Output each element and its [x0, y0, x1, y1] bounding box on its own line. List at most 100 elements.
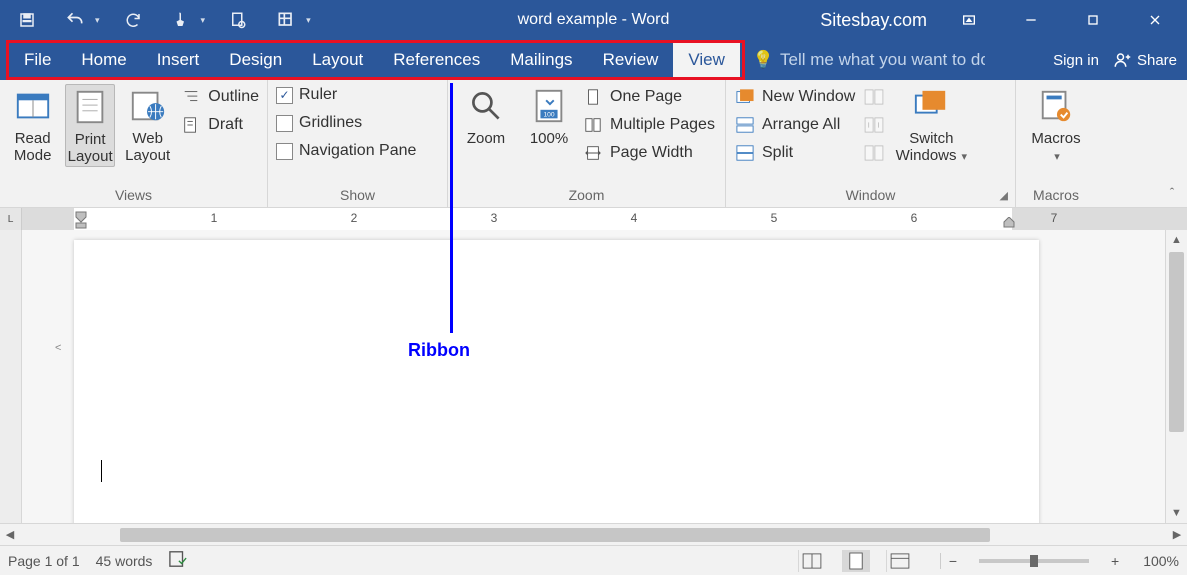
vertical-ruler[interactable] [0, 230, 22, 523]
group-label-zoom: Zoom [456, 185, 717, 205]
site-label: Sitesbay.com [820, 10, 927, 31]
text-cursor [101, 460, 102, 482]
zoom-100-icon: 100 [529, 86, 569, 126]
print-layout-view-icon[interactable] [842, 550, 870, 572]
quick-print-icon[interactable] [271, 5, 301, 35]
page-width-button[interactable]: Page Width [582, 142, 715, 164]
side-by-side-icon [863, 86, 885, 108]
ribbon-display-options-icon[interactable] [943, 0, 995, 40]
scroll-thumb[interactable] [1169, 252, 1184, 432]
gridlines-checkbox[interactable]: Gridlines [276, 114, 416, 132]
tab-home[interactable]: Home [66, 43, 141, 77]
right-indent-marker-icon[interactable] [1002, 217, 1016, 229]
zoom-out-button[interactable]: − [940, 553, 957, 569]
sync-scroll-icon [863, 114, 885, 136]
tab-file[interactable]: File [9, 43, 66, 77]
one-page-icon [582, 86, 604, 108]
one-page-button[interactable]: One Page [582, 86, 715, 108]
zoom-slider[interactable] [979, 559, 1089, 563]
tell-me-search[interactable]: 💡 Tell me what you want to do [753, 40, 1043, 80]
multiple-pages-button[interactable]: Multiple Pages [582, 114, 715, 136]
switch-windows-button[interactable]: Switch Windows ▾ [893, 84, 969, 165]
close-button[interactable] [1129, 0, 1181, 40]
tell-me-placeholder: Tell me what you want to do [780, 50, 985, 70]
outline-button[interactable]: Outline [180, 86, 259, 108]
quick-access-toolbar: ▾ ▾ ▾ [0, 5, 311, 35]
tab-layout[interactable]: Layout [297, 43, 378, 77]
ruler-tick: 6 [911, 211, 918, 225]
macros-icon [1036, 86, 1076, 126]
tab-references[interactable]: References [378, 43, 495, 77]
arrange-all-icon [734, 114, 756, 136]
share-button[interactable]: Share [1113, 51, 1177, 69]
page-width-icon [582, 142, 604, 164]
checkbox-icon [276, 115, 293, 132]
page-count[interactable]: Page 1 of 1 [8, 553, 80, 569]
undo-icon[interactable] [60, 5, 90, 35]
tab-insert[interactable]: Insert [142, 43, 215, 77]
scroll-right-icon[interactable]: ▶ [1167, 528, 1187, 541]
tab-view[interactable]: View [673, 43, 740, 77]
dialog-launcher-icon[interactable]: ◢ [997, 186, 1011, 205]
read-mode-view-icon[interactable] [798, 550, 826, 572]
tab-mailings[interactable]: Mailings [495, 43, 587, 77]
print-layout-button[interactable]: Print Layout [65, 84, 115, 167]
maximize-button[interactable] [1067, 0, 1119, 40]
ruler-tick: 4 [631, 211, 638, 225]
tab-selector[interactable]: L [0, 208, 22, 230]
tab-review[interactable]: Review [588, 43, 674, 77]
sign-in-link[interactable]: Sign in [1053, 52, 1099, 69]
read-mode-icon [13, 86, 53, 126]
tab-design[interactable]: Design [214, 43, 297, 77]
touch-dropdown-icon[interactable]: ▾ [201, 15, 206, 26]
indent-marker-icon[interactable] [74, 208, 88, 230]
minimize-button[interactable] [1005, 0, 1057, 40]
touch-mode-icon[interactable] [166, 5, 196, 35]
customize-qat-icon[interactable]: ▾ [306, 15, 311, 26]
zoom-percent[interactable]: 100% [1143, 553, 1179, 569]
horizontal-ruler[interactable]: L 1 2 3 4 5 6 7 [0, 208, 1187, 230]
sync-scroll-button [863, 114, 885, 136]
arrange-all-button[interactable]: Arrange All [734, 114, 855, 136]
undo-dropdown-icon[interactable]: ▾ [95, 15, 100, 26]
split-button[interactable]: Split [734, 142, 855, 164]
reset-window-icon [863, 142, 885, 164]
paragraph-mark: < [55, 342, 61, 354]
read-mode-button[interactable]: Read Mode [8, 84, 57, 165]
collapse-ribbon-icon[interactable]: ˆ [1161, 181, 1183, 203]
reset-window-button [863, 142, 885, 164]
vertical-scrollbar[interactable]: ▲ ▼ [1165, 230, 1187, 523]
group-label-macros: Macros [1024, 185, 1088, 205]
document-area[interactable]: < [22, 230, 1165, 523]
navigation-pane-checkbox[interactable]: Navigation Pane [276, 142, 416, 160]
horizontal-scrollbar[interactable]: ◀ ▶ [0, 523, 1187, 545]
title-bar: ▾ ▾ ▾ word example - Word Sitesbay.com [0, 0, 1187, 40]
scroll-left-icon[interactable]: ◀ [0, 528, 20, 541]
scroll-up-icon[interactable]: ▲ [1166, 230, 1187, 250]
ruler-tick: 3 [491, 211, 498, 225]
spell-check-icon[interactable] [168, 550, 188, 571]
new-window-button[interactable]: New Window [734, 86, 855, 108]
save-icon[interactable] [12, 5, 42, 35]
scroll-thumb-h[interactable] [120, 528, 990, 542]
zoom-button[interactable]: Zoom [456, 84, 516, 147]
ruler-tick: 5 [771, 211, 778, 225]
web-layout-view-icon[interactable] [886, 550, 914, 572]
word-count[interactable]: 45 words [96, 553, 153, 569]
ruler-tick: 7 [1051, 211, 1058, 225]
print-preview-icon[interactable] [223, 5, 253, 35]
split-icon [734, 142, 756, 164]
zoom-in-button[interactable]: + [1111, 553, 1119, 569]
redo-icon[interactable] [118, 5, 148, 35]
scroll-down-icon[interactable]: ▼ [1166, 503, 1187, 523]
web-layout-button[interactable]: Web Layout [123, 84, 172, 165]
page[interactable] [74, 240, 1039, 523]
ruler-checkbox[interactable]: ✓Ruler [276, 86, 416, 104]
zoom-100-button[interactable]: 100 100% [524, 84, 574, 147]
view-side-by-side-button [863, 86, 885, 108]
macros-button[interactable]: Macros▾ [1026, 84, 1086, 165]
draft-icon [180, 114, 202, 136]
zoom-slider-thumb[interactable] [1030, 555, 1038, 567]
annotation-label: Ribbon [408, 340, 470, 361]
draft-button[interactable]: Draft [180, 114, 259, 136]
